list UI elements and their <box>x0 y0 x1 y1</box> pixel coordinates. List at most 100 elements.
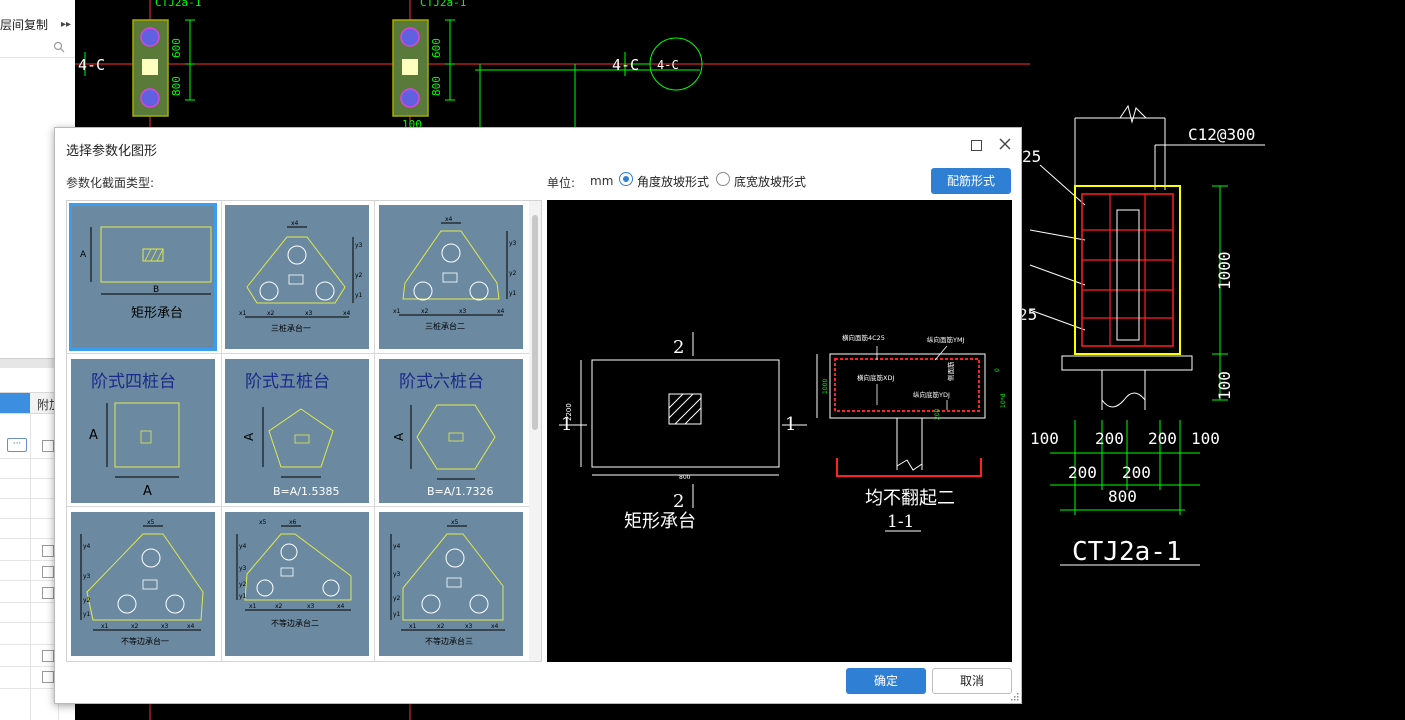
svg-text:y1: y1 <box>83 611 91 618</box>
svg-text:x2: x2 <box>267 310 275 317</box>
svg-text:x2: x2 <box>421 308 429 315</box>
shape-thumbnail-list[interactable]: A B 矩形承台 x4 x1 x2 x3 x4 y1 y2 y3 三桩承台一 x… <box>66 200 542 662</box>
header-selected-cell[interactable] <box>0 393 30 413</box>
radio-bottom-width-slope-label[interactable]: 底宽放坡形式 <box>734 173 806 190</box>
svg-text:x6: x6 <box>289 519 297 526</box>
maximize-icon[interactable] <box>971 140 982 151</box>
svg-text:x2: x2 <box>131 623 139 630</box>
row-checkbox[interactable] <box>42 587 54 599</box>
svg-text:y2: y2 <box>239 581 247 588</box>
radio-angle-slope-label[interactable]: 角度放坡形式 <box>637 173 709 190</box>
section-type-label: 参数化截面类型: <box>66 176 155 190</box>
thumb-unequal-cap-3[interactable]: x5 x1 x2 x3 x4 y1 y2 y3 y4 不等边承台三 <box>379 512 523 656</box>
svg-text:CTJ2a-1: CTJ2a-1 <box>420 0 466 9</box>
row-checkbox[interactable] <box>42 650 54 662</box>
thumb-caption: 三桩承台一 <box>271 323 311 333</box>
ok-button[interactable]: 确定 <box>846 668 926 694</box>
svg-text:x4: x4 <box>445 216 453 223</box>
thumb-stepped-six-pile[interactable]: 阶式六桩台 A B=A/1.7326 <box>379 359 523 503</box>
svg-text:纵向面筋YMJ: 纵向面筋YMJ <box>927 335 965 344</box>
more-button[interactable]: ··· <box>7 438 27 452</box>
svg-text:x4: x4 <box>291 220 299 227</box>
svg-text:x5: x5 <box>147 519 155 526</box>
svg-text:B=A/1.7326: B=A/1.7326 <box>427 485 493 498</box>
grid-line <box>374 201 375 661</box>
svg-text:y4: y4 <box>393 543 401 550</box>
svg-text:x4: x4 <box>343 310 351 317</box>
svg-text:600: 600 <box>430 38 443 58</box>
thumb-unequal-cap-2[interactable]: x5 x6 x1 x2 x3 x4 y1 y2 y3 y4 不等边承台二 <box>225 512 369 656</box>
svg-text:x1: x1 <box>393 308 401 315</box>
expand-icon[interactable]: ▸▸ <box>61 14 71 36</box>
svg-text:横向底筋XDJ: 横向底筋XDJ <box>857 373 894 382</box>
row-checkbox[interactable] <box>42 671 54 683</box>
svg-text:B=A/1.5385: B=A/1.5385 <box>273 485 339 498</box>
thumb-three-pile-cap-2[interactable]: x4 x1 x2 x3 x4 y1 y2 y3 三桩承台二 <box>379 205 523 349</box>
close-icon[interactable] <box>997 136 1013 152</box>
radio-angle-slope[interactable] <box>619 172 633 186</box>
row-checkbox[interactable] <box>42 545 54 557</box>
svg-text:200: 200 <box>1095 429 1124 448</box>
thumb-three-pile-cap-1[interactable]: x4 x1 x2 x3 x4 y1 y2 y3 三桩承台一 <box>225 205 369 349</box>
rebar-form-button[interactable]: 配筋形式 <box>931 168 1011 194</box>
svg-text:y4: y4 <box>239 543 247 550</box>
svg-text:0: 0 <box>994 368 1001 372</box>
svg-text:200: 200 <box>1122 463 1151 482</box>
search-icon[interactable] <box>53 41 65 53</box>
svg-text:y3: y3 <box>509 240 517 247</box>
svg-text:4-C: 4-C <box>612 56 639 74</box>
svg-text:y3: y3 <box>239 565 247 572</box>
thumb-caption: 阶式六桩台 <box>399 372 484 392</box>
svg-text:200: 200 <box>1068 463 1097 482</box>
svg-text:y4: y4 <box>83 543 91 550</box>
svg-text:x4: x4 <box>337 603 345 610</box>
svg-text:x4: x4 <box>491 623 499 630</box>
svg-text:x4: x4 <box>187 623 195 630</box>
svg-text:矩形承台: 矩形承台 <box>624 511 696 532</box>
svg-text:x3: x3 <box>307 603 315 610</box>
svg-text:y2: y2 <box>83 597 91 604</box>
svg-text:y1: y1 <box>239 593 247 600</box>
svg-text:100: 100 <box>1191 429 1220 448</box>
row-checkbox[interactable] <box>42 440 54 452</box>
svg-text:x3: x3 <box>161 623 169 630</box>
resize-grip-icon[interactable] <box>1011 693 1019 701</box>
svg-text:x3: x3 <box>305 310 313 317</box>
svg-text:2: 2 <box>673 337 684 358</box>
svg-text:x5: x5 <box>451 519 459 526</box>
thumb-caption: 不等边承台二 <box>271 618 319 628</box>
thumb-caption: 矩形承台 <box>131 306 183 321</box>
svg-text:侧面筋: 侧面筋 <box>946 361 955 381</box>
svg-text:x2: x2 <box>437 623 445 630</box>
svg-text:x5: x5 <box>259 519 267 526</box>
svg-text:y3: y3 <box>393 571 401 578</box>
svg-text:100: 100 <box>1215 371 1234 400</box>
svg-text:800: 800 <box>679 474 691 481</box>
dialog-title: 选择参数化图形 <box>66 144 158 159</box>
thumb-unequal-cap-1[interactable]: x5 x1 x2 x3 x4 y1 y2 y3 y4 不等边承台一 <box>71 512 215 656</box>
svg-text:y1: y1 <box>509 290 517 297</box>
thumb-rect-cap[interactable]: A B 矩形承台 <box>69 203 217 351</box>
select-parametric-shape-dialog: 选择参数化图形 参数化截面类型: 单位: mm 角度放坡形式 底宽放坡形式 配筋… <box>54 127 1022 704</box>
thumb-stepped-four-pile[interactable]: 阶式四桩台 A A <box>71 359 215 503</box>
svg-text:x1: x1 <box>249 603 257 610</box>
cancel-button[interactable]: 取消 <box>932 668 1012 694</box>
svg-text:1: 1 <box>785 414 796 435</box>
svg-text:2200: 2200 <box>565 403 573 421</box>
scrollbar-thumb[interactable] <box>532 215 538 430</box>
svg-text:C12@300: C12@300 <box>1188 125 1255 144</box>
search-box[interactable] <box>0 38 75 58</box>
svg-text:100: 100 <box>1030 429 1059 448</box>
svg-text:600: 600 <box>170 38 183 58</box>
unit-value: mm <box>590 174 614 188</box>
radio-bottom-width-slope[interactable] <box>716 172 730 186</box>
svg-text:均不翻起二: 均不翻起二 <box>865 488 955 509</box>
svg-text:x3: x3 <box>459 308 467 315</box>
thumb-caption: 阶式四桩台 <box>91 372 176 392</box>
thumb-stepped-five-pile[interactable]: 阶式五桩台 A B=A/1.5385 <box>225 359 369 503</box>
svg-text:A: A <box>392 432 406 441</box>
svg-text:1000: 1000 <box>822 379 829 394</box>
svg-text:B: B <box>153 285 159 295</box>
row-checkbox[interactable] <box>42 566 54 578</box>
svg-text:200: 200 <box>934 408 941 420</box>
